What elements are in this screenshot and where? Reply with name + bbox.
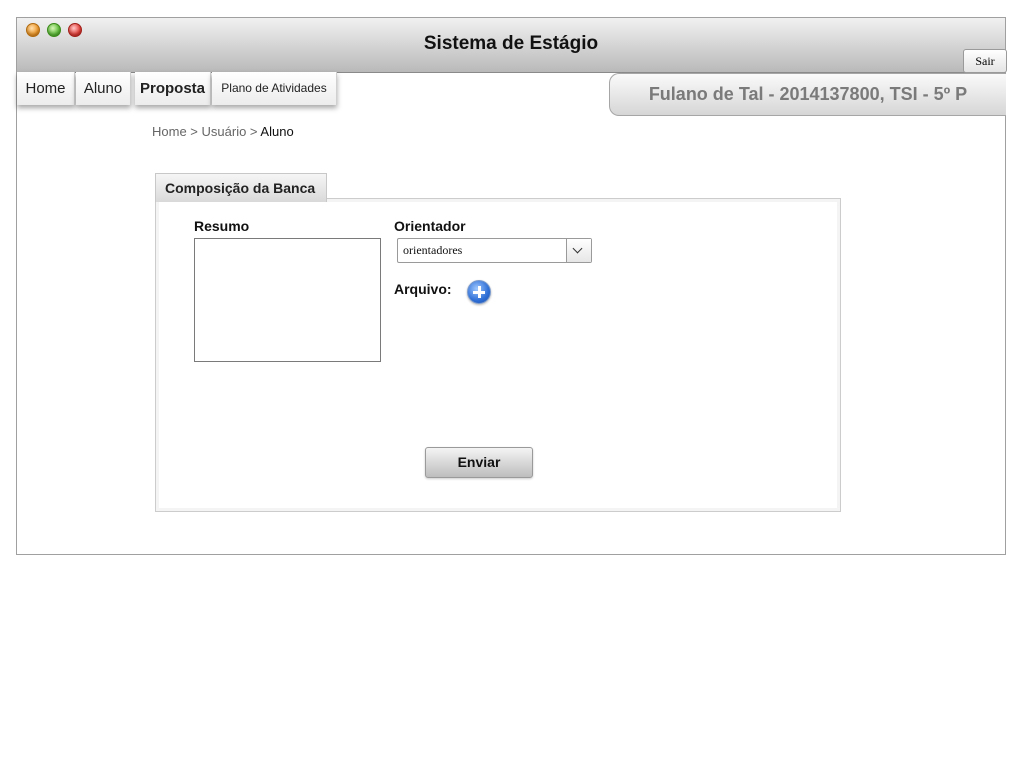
tab-composicao-da-banca[interactable]: Composição da Banca xyxy=(155,173,327,202)
submit-button[interactable]: Enviar xyxy=(425,447,533,478)
nav-item-aluno[interactable]: Aluno xyxy=(76,72,131,105)
user-info-bar: Fulano de Tal - 2014137800, TSI - 5º P xyxy=(609,73,1006,116)
logout-button[interactable]: Sair xyxy=(963,49,1007,73)
resumo-label: Resumo xyxy=(194,218,250,234)
nav-item-home[interactable]: Home xyxy=(17,72,75,105)
orientador-selected-value: orientadores xyxy=(403,243,463,257)
title-bar: Sistema de Estágio Sair xyxy=(17,18,1007,73)
main-nav: Home Aluno Proposta Plano de Atividades xyxy=(17,72,337,105)
nav-item-plano-de-atividades[interactable]: Plano de Atividades xyxy=(212,72,337,105)
dropdown-button[interactable] xyxy=(566,239,591,262)
breadcrumb-separator: > xyxy=(246,124,261,139)
breadcrumb-separator: > xyxy=(186,124,202,139)
breadcrumb-current: Aluno xyxy=(260,124,294,139)
breadcrumb-home[interactable]: Home xyxy=(152,124,187,139)
add-file-button[interactable] xyxy=(467,280,491,304)
orientador-label: Orientador xyxy=(394,218,466,234)
app-window: Sistema de Estágio Sair Home Aluno Propo… xyxy=(16,17,1007,555)
resumo-textarea[interactable] xyxy=(194,238,381,362)
orientador-select[interactable]: orientadores xyxy=(397,238,592,263)
user-info-text: Fulano de Tal - 2014137800, TSI - 5º P xyxy=(648,84,968,104)
breadcrumb-usuario[interactable]: Usuário xyxy=(202,124,247,139)
chevron-down-icon xyxy=(572,243,583,254)
breadcrumb: Home > Usuário > Aluno xyxy=(152,124,294,139)
nav-item-proposta[interactable]: Proposta xyxy=(135,72,211,105)
arquivo-label: Arquivo: xyxy=(394,281,452,297)
window-title: Sistema de Estágio xyxy=(423,33,599,54)
